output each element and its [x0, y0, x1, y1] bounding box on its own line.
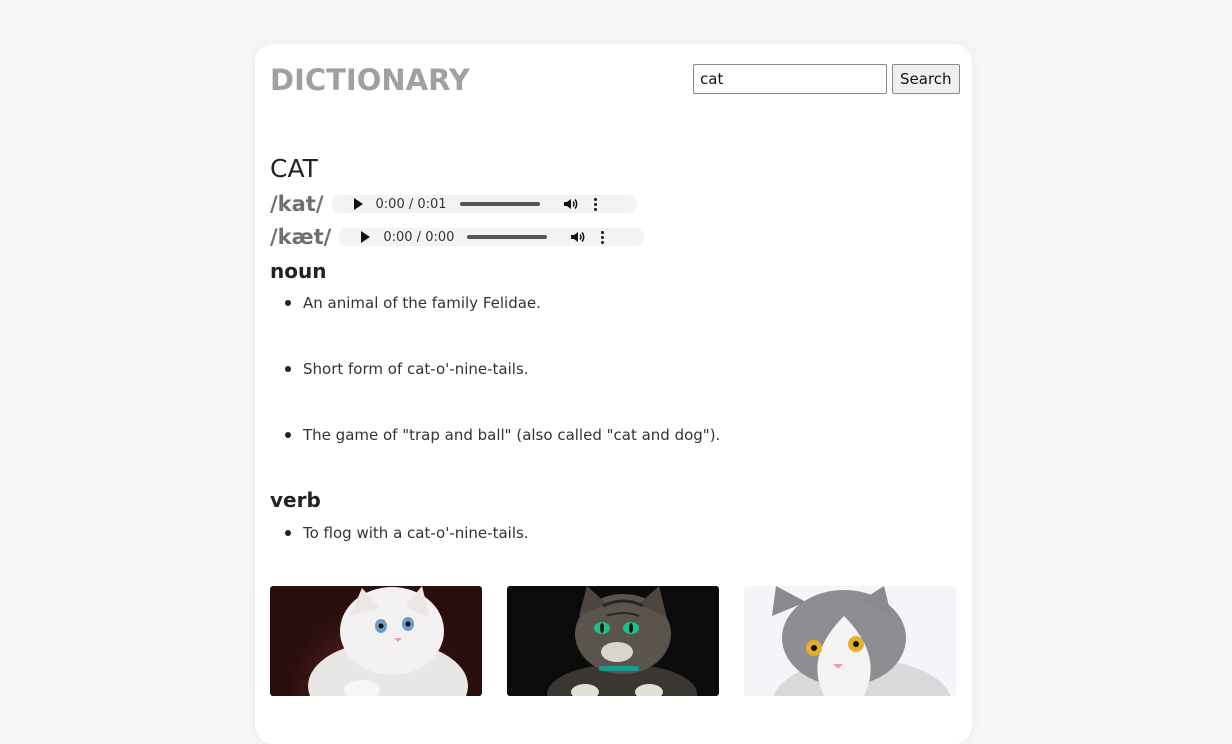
- white-kitten-photo: [270, 586, 482, 696]
- phonetic-text: /kæt/: [270, 225, 332, 249]
- dictionary-card: DICTIONARY Search CAT /kat/ 0:00 / 0:01 …: [255, 44, 972, 744]
- audio-player[interactable]: 0:00 / 0:01: [331, 195, 637, 213]
- audio-progress-track[interactable]: [467, 235, 548, 239]
- part-of-speech-noun: noun: [270, 259, 327, 283]
- audio-time: 0:00 / 0:01: [375, 196, 447, 212]
- image-gallery: [270, 586, 956, 696]
- definition-item: To flog with a cat-o'-nine-tails.: [285, 524, 529, 542]
- definitions-verb: To flog with a cat-o'-nine-tails.: [270, 523, 529, 543]
- tabby-cat-photo: [507, 586, 719, 696]
- definition-item: An animal of the family Felidae.: [284, 293, 720, 313]
- audio-time: 0:00 / 0:00: [383, 229, 455, 245]
- phonetic-text: /kat/: [270, 192, 324, 216]
- volume-icon[interactable]: [569, 229, 585, 245]
- search-form: Search: [693, 64, 960, 94]
- play-icon[interactable]: [353, 198, 363, 210]
- phonetic-row: /kæt/ 0:00 / 0:00: [270, 224, 645, 250]
- more-options-icon[interactable]: [593, 197, 598, 211]
- audio-player[interactable]: 0:00 / 0:00: [339, 228, 645, 246]
- definitions-noun: An animal of the family Felidae. Short f…: [270, 293, 720, 445]
- search-input[interactable]: [693, 64, 887, 94]
- phonetic-row: /kat/ 0:00 / 0:01: [270, 191, 637, 217]
- volume-icon[interactable]: [562, 196, 578, 212]
- play-icon[interactable]: [361, 231, 371, 243]
- entry-word: CAT: [270, 154, 318, 183]
- definition-item: Short form of cat-o'-nine-tails.: [284, 359, 720, 379]
- search-button[interactable]: Search: [892, 64, 960, 94]
- audio-progress-track[interactable]: [459, 202, 540, 206]
- app-title: DICTIONARY: [270, 63, 470, 97]
- definition-item: The game of "trap and ball" (also called…: [284, 426, 721, 444]
- part-of-speech-verb: verb: [270, 488, 321, 512]
- gray-white-cat-photo: [744, 586, 956, 696]
- more-options-icon[interactable]: [601, 230, 605, 244]
